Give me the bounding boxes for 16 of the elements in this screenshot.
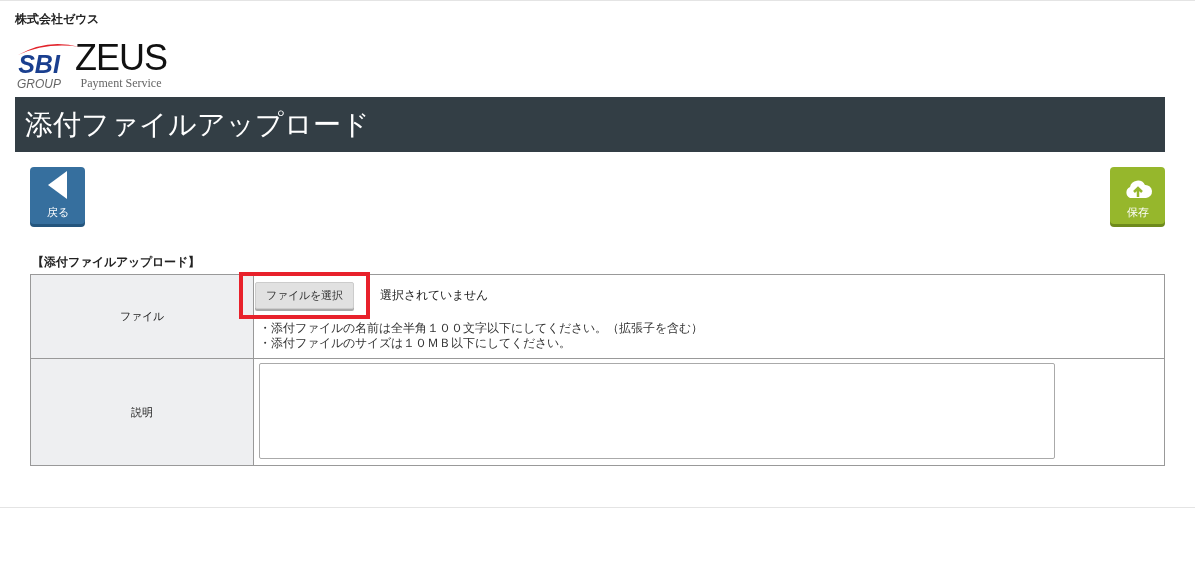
- field-label: 説明: [131, 404, 153, 420]
- back-button[interactable]: 戻る: [30, 167, 85, 224]
- logo-mark: SBI: [18, 52, 60, 77]
- page-title: 添付ファイルアップロード: [25, 106, 370, 143]
- triangle-left-icon: [47, 171, 68, 199]
- file-status: 選択されていません: [380, 288, 488, 303]
- help-note: ・添付ファイルの名前は全半角１００文字以下にしてください。（拡張子を含む）: [259, 321, 704, 336]
- field-label: ファイル: [120, 309, 164, 324]
- choose-file-button[interactable]: ファイルを選択: [255, 282, 354, 309]
- logo-group: GROUP: [17, 77, 61, 91]
- section-label: 【添付ファイルアップロード】: [32, 254, 201, 271]
- logo-tagline: Payment Service: [80, 76, 162, 91]
- description-field[interactable]: [259, 363, 1055, 459]
- company-name: 株式会社ゼウス: [15, 11, 100, 27]
- help-note: ・添付ファイルのサイズは１０ＭＢ以下にしてください。: [259, 336, 572, 351]
- logo-brand: ZEUS: [75, 40, 168, 76]
